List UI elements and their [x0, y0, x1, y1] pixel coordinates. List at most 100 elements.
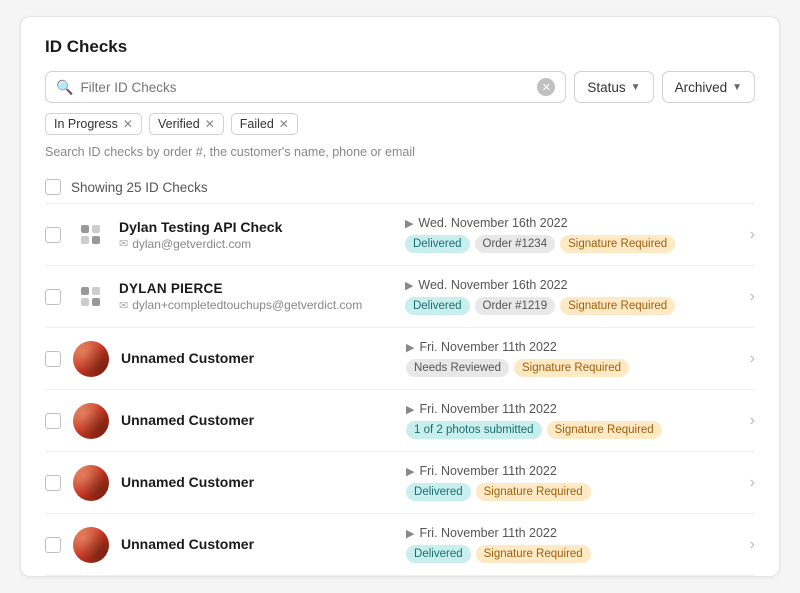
badge-signature: Signature Required — [476, 545, 591, 563]
table-row[interactable]: DYLAN PIERCE ✉ dylan+completedtouchups@g… — [45, 266, 755, 328]
customer-info: DYLAN PIERCE ✉ dylan+completedtouchups@g… — [119, 281, 393, 312]
row-checkbox[interactable] — [45, 537, 61, 553]
table-row[interactable]: Unnamed Customer ▶ Fri. November 11th 20… — [45, 390, 755, 452]
row-chevron-icon: › — [750, 536, 755, 554]
showing-label: Showing 25 ID Checks — [71, 180, 208, 195]
select-all-checkbox[interactable] — [45, 179, 61, 195]
row-checkbox[interactable] — [45, 351, 61, 367]
row-chevron-icon: › — [750, 288, 755, 306]
api-dot — [92, 236, 100, 244]
badge-signature: Signature Required — [476, 483, 591, 501]
tag-failed-label: Failed — [240, 117, 274, 131]
play-icon: ▶ — [405, 217, 413, 230]
badge-signature: Signature Required — [547, 421, 662, 439]
customer-name: Dylan Testing API Check — [119, 219, 393, 235]
badges: 1 of 2 photos submitted Signature Requir… — [406, 421, 734, 439]
check-date: ▶ Wed. November 16th 2022 — [405, 278, 734, 292]
search-icon: 🔍 — [56, 79, 73, 96]
badge-photos: 1 of 2 photos submitted — [406, 421, 542, 439]
customer-name: Unnamed Customer — [121, 536, 394, 552]
tag-failed-remove[interactable]: ✕ — [279, 117, 289, 131]
badge-needs-reviewed: Needs Reviewed — [406, 359, 509, 377]
api-dot — [81, 236, 89, 244]
email-icon: ✉ — [119, 237, 128, 250]
badges: Needs Reviewed Signature Required — [406, 359, 734, 377]
badge-order: Order #1234 — [475, 235, 556, 253]
customer-name: Unnamed Customer — [121, 412, 394, 428]
search-box[interactable]: 🔍 ✕ — [45, 71, 566, 103]
badge-delivered: Delivered — [406, 545, 471, 563]
api-dot — [81, 225, 89, 233]
customer-info: Unnamed Customer — [121, 474, 394, 492]
showing-row: Showing 25 ID Checks — [45, 171, 755, 204]
check-details: ▶ Fri. November 11th 2022 Delivered Sign… — [406, 464, 734, 501]
row-chevron-icon: › — [750, 226, 755, 244]
avatar — [73, 403, 109, 439]
api-dot — [92, 298, 100, 306]
tag-verified-label: Verified — [158, 117, 200, 131]
status-filter-label: Status — [587, 80, 625, 95]
customer-info: Dylan Testing API Check ✉ dylan@getverdi… — [119, 219, 393, 251]
api-dot — [81, 287, 89, 295]
table-row[interactable]: Unnamed Customer ▶ Fri. November 11th 20… — [45, 328, 755, 390]
tag-in-progress[interactable]: In Progress ✕ — [45, 113, 142, 135]
customer-email: ✉ dylan+completedtouchups@getverdict.com — [119, 298, 393, 312]
customer-info: Unnamed Customer — [121, 536, 394, 554]
customer-name: DYLAN PIERCE — [119, 281, 393, 296]
check-date: ▶ Wed. November 16th 2022 — [405, 216, 734, 230]
status-filter-button[interactable]: Status ▼ — [574, 71, 653, 103]
play-icon: ▶ — [406, 465, 414, 478]
badges: Delivered Order #1234 Signature Required — [405, 235, 734, 253]
check-details: ▶ Fri. November 11th 2022 Delivered Sign… — [406, 526, 734, 563]
tag-failed[interactable]: Failed ✕ — [231, 113, 298, 135]
check-details: ▶ Wed. November 16th 2022 Delivered Orde… — [405, 278, 734, 315]
table-row[interactable]: Unnamed Customer ▶ Fri. November 11th 20… — [45, 514, 755, 576]
search-input[interactable] — [80, 80, 537, 95]
customer-info: Unnamed Customer — [121, 350, 394, 368]
badge-signature: Signature Required — [560, 235, 675, 253]
clear-search-button[interactable]: ✕ — [537, 78, 555, 96]
id-checks-card: ID Checks 🔍 ✕ Status ▼ Archived ▼ In Pro… — [20, 16, 780, 577]
active-filters-row: In Progress ✕ Verified ✕ Failed ✕ — [45, 113, 755, 135]
row-chevron-icon: › — [750, 350, 755, 368]
badge-order: Order #1219 — [475, 297, 556, 315]
check-date: ▶ Fri. November 11th 2022 — [406, 464, 734, 478]
check-date: ▶ Fri. November 11th 2022 — [406, 402, 734, 416]
badges: Delivered Order #1219 Signature Required — [405, 297, 734, 315]
tag-verified-remove[interactable]: ✕ — [205, 117, 215, 131]
play-icon: ▶ — [406, 527, 414, 540]
badge-signature: Signature Required — [560, 297, 675, 315]
table-row[interactable]: Unnamed Customer ▶ Fri. November 11th 20… — [45, 452, 755, 514]
api-dot — [81, 298, 89, 306]
search-row: 🔍 ✕ Status ▼ Archived ▼ — [45, 71, 755, 103]
archived-filter-button[interactable]: Archived ▼ — [662, 71, 755, 103]
id-checks-table: Dylan Testing API Check ✉ dylan@getverdi… — [45, 204, 755, 576]
check-details: ▶ Wed. November 16th 2022 Delivered Orde… — [405, 216, 734, 253]
email-icon: ✉ — [119, 299, 128, 312]
avatar — [73, 527, 109, 563]
customer-email: ✉ dylan@getverdict.com — [119, 237, 393, 251]
badge-delivered: Delivered — [405, 297, 470, 315]
tag-in-progress-label: In Progress — [54, 117, 118, 131]
badge-delivered: Delivered — [405, 235, 470, 253]
row-checkbox[interactable] — [45, 413, 61, 429]
tag-in-progress-remove[interactable]: ✕ — [123, 117, 133, 131]
play-icon: ▶ — [405, 279, 413, 292]
badge-signature: Signature Required — [514, 359, 629, 377]
row-checkbox[interactable] — [45, 475, 61, 491]
badge-delivered: Delivered — [406, 483, 471, 501]
avatar — [73, 465, 109, 501]
tag-verified[interactable]: Verified ✕ — [149, 113, 224, 135]
check-date: ▶ Fri. November 11th 2022 — [406, 526, 734, 540]
badges: Delivered Signature Required — [406, 483, 734, 501]
play-icon: ▶ — [406, 403, 414, 416]
row-checkbox[interactable] — [45, 289, 61, 305]
table-row[interactable]: Dylan Testing API Check ✉ dylan@getverdi… — [45, 204, 755, 266]
row-checkbox[interactable] — [45, 227, 61, 243]
customer-name: Unnamed Customer — [121, 350, 394, 366]
avatar — [73, 218, 107, 252]
customer-name: Unnamed Customer — [121, 474, 394, 490]
card-title: ID Checks — [45, 37, 755, 57]
api-dot — [92, 287, 100, 295]
avatar — [73, 280, 107, 314]
